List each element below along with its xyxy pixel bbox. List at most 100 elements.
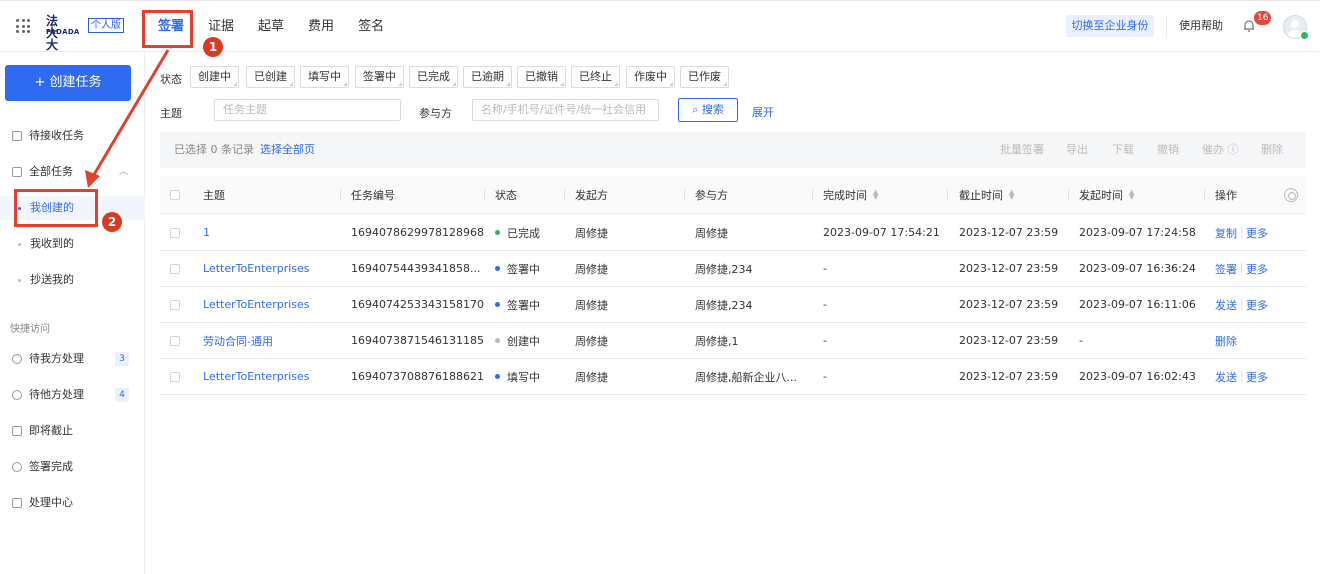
status-chip[interactable]: 签署中 bbox=[355, 66, 404, 88]
cell-start-time: - bbox=[1079, 334, 1083, 347]
select-all-link[interactable]: 选择全部页 bbox=[260, 132, 315, 168]
cell-initiator: 周修捷 bbox=[575, 334, 608, 348]
edit-icon bbox=[12, 498, 22, 508]
inbox-icon bbox=[12, 131, 22, 141]
sidebar-item-pending-mine[interactable]: 待我方处理 3 bbox=[0, 347, 145, 371]
search-icon: ⌕ bbox=[692, 103, 699, 116]
col-task-id: 任务编号 bbox=[351, 188, 395, 202]
cell-ops: 复制 更多 bbox=[1215, 215, 1268, 250]
cell-initiator: 周修捷 bbox=[575, 262, 608, 276]
annotation-badge-1: 1 bbox=[203, 37, 223, 57]
row-checkbox[interactable] bbox=[170, 300, 180, 310]
sidebar-item-label: 待我方处理 bbox=[29, 352, 84, 365]
col-done-time[interactable]: 完成时间 ▲ ▼ bbox=[823, 176, 880, 213]
cell-done-time: - bbox=[823, 298, 827, 311]
status-chip[interactable]: 作废中 bbox=[626, 66, 675, 88]
sort-icon: ▲ ▼ bbox=[1129, 187, 1135, 201]
expand-link[interactable]: 展开 bbox=[752, 104, 774, 120]
remind-button[interactable]: 催办 ⓘ bbox=[1202, 132, 1239, 168]
table-header: 主题 任务编号 状态 发起方 参与方 完成时间 ▲ ▼ 截止时间 ▲ ▼ 发起时间 … bbox=[160, 176, 1306, 214]
nav-fees[interactable]: 费用 bbox=[296, 1, 346, 53]
col-deadline[interactable]: 截止时间 ▲ ▼ bbox=[959, 176, 1016, 213]
cell-subject[interactable]: 劳动合同-通用 bbox=[203, 323, 273, 358]
logo-en: FADADA bbox=[46, 28, 80, 36]
nav-draft[interactable]: 起草 bbox=[246, 1, 296, 53]
create-task-button[interactable]: + 创建任务 bbox=[5, 65, 131, 101]
row-action-link[interactable]: 删除 bbox=[1215, 333, 1237, 349]
row-checkbox[interactable] bbox=[170, 264, 180, 274]
status-label: 签署中 bbox=[507, 298, 540, 312]
column-settings-icon[interactable] bbox=[1284, 188, 1298, 202]
revoke-button[interactable]: 撤销 bbox=[1157, 132, 1179, 168]
download-button[interactable]: 下载 bbox=[1112, 132, 1134, 168]
status-chip[interactable]: 已完成 bbox=[409, 66, 458, 88]
sidebar-item-pending-others[interactable]: 待他方处理 4 bbox=[0, 383, 145, 407]
row-action-link[interactable]: 发送 bbox=[1215, 369, 1237, 385]
count-badge: 4 bbox=[115, 388, 129, 402]
export-button[interactable]: 导出 bbox=[1066, 132, 1088, 168]
search-button[interactable]: ⌕ 搜索 bbox=[678, 98, 738, 122]
batch-sign-button[interactable]: 批量签署 bbox=[1000, 132, 1044, 168]
annotation-box-nav bbox=[142, 10, 193, 48]
delete-button[interactable]: 删除 bbox=[1261, 132, 1283, 168]
clock-icon bbox=[12, 390, 22, 400]
table-row[interactable]: LetterToEnterprises 1694075443934185​8...… bbox=[160, 251, 1306, 287]
bulk-action-bar: 已选择 0 条记录 选择全部页 批量签署 导出 下载 撤销 催办 ⓘ 删除 bbox=[160, 132, 1306, 168]
status-chip[interactable]: 填写中 bbox=[300, 66, 349, 88]
op-divider bbox=[1241, 227, 1242, 238]
status-chip[interactable]: 已撤销 bbox=[517, 66, 566, 88]
col-start-time[interactable]: 发起时间 ▲ ▼ bbox=[1079, 176, 1136, 213]
cell-start-time: 2023-09-07 16:11:06 bbox=[1079, 298, 1196, 311]
clock-icon bbox=[12, 354, 22, 364]
row-action-link[interactable]: 签署 bbox=[1215, 261, 1237, 277]
row-action-link[interactable]: 复制 bbox=[1215, 225, 1237, 241]
cell-ops: 发送 更多 bbox=[1215, 287, 1268, 322]
cell-task-id: 1694073708876188621 bbox=[351, 370, 484, 383]
sidebar-item-all-tasks[interactable]: 全部任务 ︿ bbox=[0, 160, 145, 184]
selection-info: 已选择 0 条记录 bbox=[174, 143, 254, 156]
sidebar-item-label: 待接收任务 bbox=[29, 129, 84, 142]
cell-initiator: 周修捷 bbox=[575, 226, 608, 240]
sidebar-item-label: 全部任务 bbox=[29, 165, 73, 178]
row-action-link[interactable]: 更多 bbox=[1246, 225, 1268, 241]
cell-initiator: 周修捷 bbox=[575, 370, 608, 384]
row-action-link[interactable]: 更多 bbox=[1246, 369, 1268, 385]
sidebar-item-cc[interactable]: 抄送我的 bbox=[0, 268, 145, 292]
cell-subject[interactable]: LetterToEnterprises bbox=[203, 251, 310, 286]
cell-status: 填写中 bbox=[495, 359, 540, 394]
sidebar-item-label: 签署完成 bbox=[29, 460, 73, 473]
row-checkbox[interactable] bbox=[170, 336, 180, 346]
row-action-link[interactable]: 发送 bbox=[1215, 297, 1237, 313]
table-row[interactable]: 劳动合同-通用 1694073871546131185 创建中 周修捷 周修捷,1 - 20… bbox=[160, 323, 1306, 359]
status-chip[interactable]: 已作废 bbox=[680, 66, 729, 88]
sidebar-item-received[interactable]: 我收到的 bbox=[0, 232, 145, 256]
switch-enterprise-button[interactable]: 切换至企业身份 bbox=[1066, 15, 1154, 37]
table-row[interactable]: LetterToEnterprises 1694073708876188621 填写… bbox=[160, 359, 1306, 395]
table-row[interactable]: LetterToEnterprises 1694074253343158170 签署… bbox=[160, 287, 1306, 323]
sidebar-item-label: 我收到的 bbox=[30, 237, 74, 250]
status-chip[interactable]: 已逾期 bbox=[463, 66, 512, 88]
cell-subject[interactable]: LetterToEnterprises bbox=[203, 359, 310, 394]
party-input[interactable]: 名称/手机号/证件号/统一社会信用 bbox=[472, 99, 659, 121]
select-all-checkbox[interactable] bbox=[170, 190, 180, 200]
row-action-link[interactable]: 更多 bbox=[1246, 261, 1268, 277]
annotation-box-sidebar bbox=[14, 189, 98, 227]
cell-subject[interactable]: 1 bbox=[203, 215, 210, 250]
sidebar-item-pending-receive[interactable]: 待接收任务 bbox=[0, 124, 145, 148]
row-checkbox[interactable] bbox=[170, 372, 180, 382]
cell-subject[interactable]: LetterToEnterprises bbox=[203, 287, 310, 322]
sidebar-item-completed[interactable]: 签署完成 bbox=[0, 455, 145, 479]
row-action-link[interactable]: 更多 bbox=[1246, 297, 1268, 313]
status-chip[interactable]: 已创建 bbox=[246, 66, 295, 88]
status-chip[interactable]: 创建中 bbox=[190, 66, 239, 88]
status-chip[interactable]: 已终止 bbox=[571, 66, 620, 88]
table-row[interactable]: 1 1694078629978128968 已完成 周修捷 周修捷 2023-09-07 … bbox=[160, 215, 1306, 251]
nav-signature[interactable]: 签名 bbox=[346, 1, 396, 53]
apps-grid-icon[interactable] bbox=[16, 19, 30, 33]
cell-parties: 周修捷 bbox=[695, 226, 728, 240]
help-link[interactable]: 使用帮助 bbox=[1166, 15, 1223, 37]
sidebar-item-expiring[interactable]: 即将截止 bbox=[0, 419, 145, 443]
row-checkbox[interactable] bbox=[170, 228, 180, 238]
subject-input[interactable]: 任务主题 bbox=[214, 99, 401, 121]
sidebar-item-processing-center[interactable]: 处理中心 bbox=[0, 491, 145, 515]
